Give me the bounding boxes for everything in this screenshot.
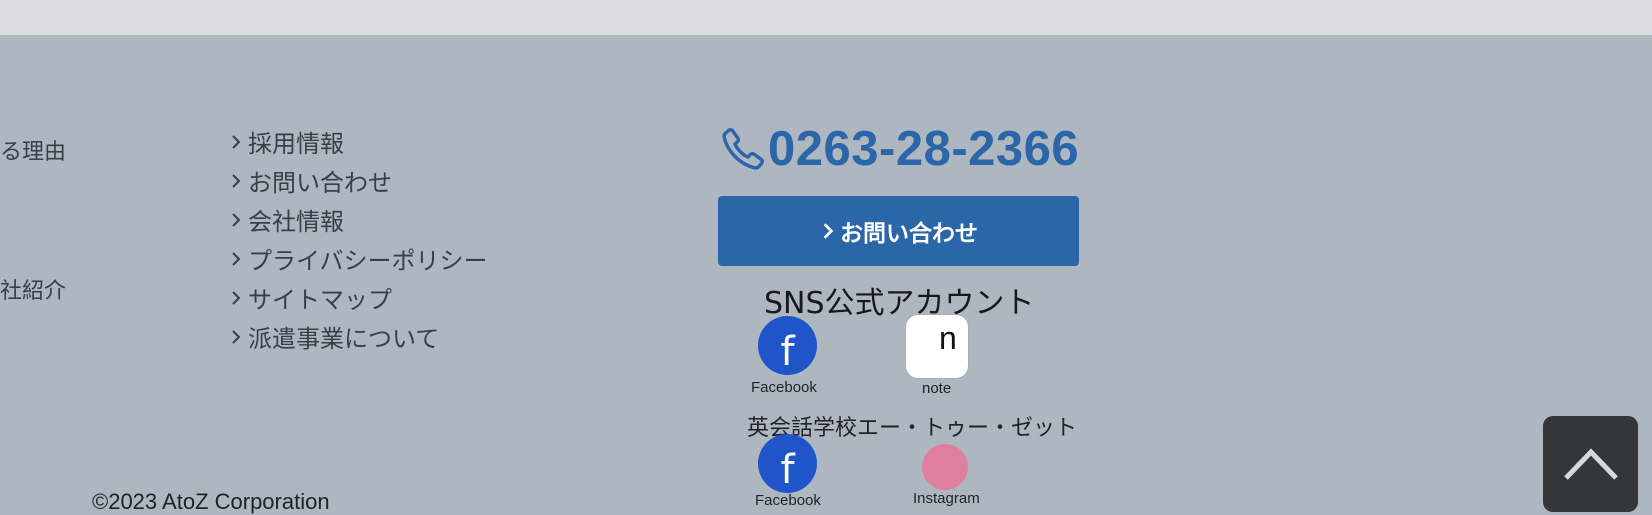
footer-link-company[interactable]: 会社情報 [228,200,488,239]
left-column-link[interactable]: る理由 [0,134,66,166]
chevron-right-icon [232,134,241,149]
footer-link-label: サイトマップ [248,286,392,314]
footer-link-label: 派遣事業について [248,325,440,353]
footer-link-dispatch[interactable]: 派遣事業について [228,317,488,356]
footer-link-sitemap[interactable]: サイトマップ [228,278,488,317]
note-label: note [922,380,952,397]
phone-icon [722,128,764,170]
footer-link-contact[interactable]: お問い合わせ [228,161,488,200]
footer-link-recruit[interactable]: 採用情報 [228,122,488,161]
contact-button[interactable]: お問い合わせ [718,196,1079,266]
footer-link-list: 採用情報 お問い合わせ 会社情報 プライバシーポリシー サイトマップ 派遣事業に… [228,122,488,356]
footer-link-privacy[interactable]: プライバシーポリシー [228,239,488,278]
site-footer: る理由 社紹介 採用情報 お問い合わせ 会社情報 プライバシーポリシー サイトマ… [0,35,1652,514]
facebook-icon[interactable]: f [758,434,817,493]
chevron-right-icon [232,212,241,227]
contact-button-label: お問い合わせ [840,221,978,247]
phone-number-link[interactable]: 0263-28-2366 [720,121,1079,177]
chevron-right-icon [232,251,241,266]
chevron-right-icon [232,290,241,305]
chevron-right-icon [823,223,834,239]
chevron-up-icon [1563,448,1618,480]
copyright: ©2023 AtoZ Corporation [92,489,330,514]
footer-link-label: お問い合わせ [248,169,392,197]
chevron-right-icon [232,329,241,344]
back-to-top-button[interactable] [1543,416,1638,512]
note-icon[interactable]: n [906,315,968,378]
footer-link-label: 採用情報 [248,130,344,158]
facebook-label: Facebook [755,492,821,509]
footer-link-label: 会社情報 [248,208,344,236]
instagram-icon[interactable] [922,444,968,490]
facebook-label: Facebook [751,379,817,396]
phone-number: 0263-28-2366 [768,122,1080,176]
sns-heading: SNS公式アカウント [764,286,1035,321]
top-bar [0,0,1652,35]
instagram-label: Instagram [913,490,980,507]
left-column-link[interactable]: 社紹介 [0,273,66,305]
facebook-icon[interactable]: f [758,316,817,375]
footer-link-label: プライバシーポリシー [248,247,488,275]
chevron-right-icon [232,173,241,188]
